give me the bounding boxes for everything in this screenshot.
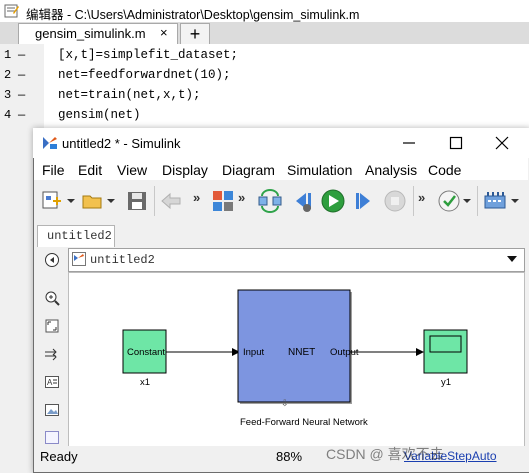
new-model-icon[interactable] <box>40 188 66 214</box>
update-diagram-icon[interactable] <box>256 188 284 214</box>
toolbar-overflow-button[interactable]: » <box>193 190 200 205</box>
add-tab-button[interactable]: + <box>180 23 210 45</box>
nnet-block-title[interactable]: NNET <box>288 347 315 358</box>
chevron-down-icon[interactable] <box>510 188 520 214</box>
step-back-icon[interactable] <box>290 188 316 214</box>
breakpoint-marker[interactable]: — <box>18 48 25 62</box>
line-number: 4 <box>4 108 12 122</box>
library-browser-icon[interactable] <box>210 188 236 214</box>
model-tab-label[interactable]: untitled2 <box>47 229 112 243</box>
area-icon[interactable] <box>44 430 60 444</box>
constant-block-text[interactable]: Constant <box>127 347 165 358</box>
editor-window-title: 编辑器 - C:\Users\Administrator\Desktop\gen… <box>26 8 360 22</box>
zoom-in-icon[interactable] <box>44 290 60 306</box>
menu-code[interactable]: Code <box>428 162 461 178</box>
simulink-logo-icon <box>43 137 57 149</box>
fit-to-view-icon[interactable] <box>44 318 60 334</box>
close-window-icon[interactable] <box>495 136 509 150</box>
model-advisor-check-icon[interactable] <box>436 188 462 214</box>
svg-text:A: A <box>47 378 53 387</box>
stop-simulation-icon[interactable] <box>382 188 408 214</box>
minimize-icon[interactable] <box>402 136 416 150</box>
svg-text:⇩: ⇩ <box>281 398 289 408</box>
menu-diagram[interactable]: Diagram <box>222 162 275 178</box>
code-text[interactable]: [x,t]=simplefit_dataset; <box>58 48 238 62</box>
nnet-block-caption[interactable]: Feed-Forward Neural Network <box>240 417 368 428</box>
nnet-block <box>237 289 351 403</box>
scope-block-caption[interactable]: y1 <box>441 377 451 388</box>
toolbar-overflow-button[interactable]: » <box>418 190 425 205</box>
save-icon[interactable] <box>124 188 150 214</box>
nnet-input-port-label: Input <box>243 347 265 358</box>
nnet-output-port-label: Output <box>330 347 359 358</box>
status-ready: Ready <box>40 449 78 464</box>
matlab-editor-icon <box>4 4 19 18</box>
maximize-icon[interactable] <box>449 136 463 150</box>
code-text[interactable]: net=train(net,x,t); <box>58 88 201 102</box>
annotation-icon[interactable]: A <box>44 374 60 390</box>
chevron-down-icon[interactable] <box>106 188 116 214</box>
menu-display[interactable]: Display <box>162 162 208 178</box>
hide-show-arrows-icon[interactable] <box>44 346 60 362</box>
menu-edit[interactable]: Edit <box>78 162 102 178</box>
toolbar-separator <box>413 186 414 216</box>
menu-simulation[interactable]: Simulation <box>287 162 352 178</box>
menu-analysis[interactable]: Analysis <box>365 162 417 178</box>
watermark-text: CSDN @ 喜欢不去 <box>326 446 444 462</box>
breakpoint-marker[interactable]: — <box>18 68 25 82</box>
toolbar-separator <box>477 186 478 216</box>
line-number: 3 <box>4 88 12 102</box>
open-folder-icon[interactable] <box>80 188 106 214</box>
chevron-down-icon[interactable] <box>506 254 518 264</box>
chevron-down-icon[interactable] <box>462 188 472 214</box>
line-number: 1 <box>4 48 12 62</box>
code-text[interactable]: net=feedforwardnet(10); <box>58 68 231 82</box>
breakpoint-marker[interactable]: — <box>18 88 25 102</box>
line-number: 2 <box>4 68 12 82</box>
run-simulation-icon[interactable] <box>319 188 347 214</box>
model-icon <box>72 252 86 266</box>
image-annotation-icon[interactable] <box>44 402 60 418</box>
toolbar-overflow-button[interactable]: » <box>238 190 245 205</box>
toolbar-separator <box>154 186 155 216</box>
menu-view[interactable]: View <box>117 162 147 178</box>
breakpoint-marker[interactable]: — <box>18 108 25 122</box>
editor-file-tab-label[interactable]: gensim_simulink.m <box>35 26 146 41</box>
simulink-window-title: untitled2 * - Simulink <box>62 136 181 151</box>
hide-explorer-bar-icon[interactable] <box>44 252 60 268</box>
chevron-down-icon[interactable] <box>66 188 76 214</box>
menu-file[interactable]: File <box>42 162 65 178</box>
constant-block-caption[interactable]: x1 <box>140 377 150 388</box>
back-arrow-icon[interactable] <box>158 188 184 214</box>
step-forward-icon[interactable] <box>352 188 378 214</box>
hardware-board-icon[interactable] <box>482 188 508 214</box>
status-zoom: 88% <box>276 449 303 464</box>
breadcrumb-model-name[interactable]: untitled2 <box>90 253 155 267</box>
code-text[interactable]: gensim(net) <box>58 108 141 122</box>
close-tab-icon[interactable]: × <box>160 25 168 40</box>
